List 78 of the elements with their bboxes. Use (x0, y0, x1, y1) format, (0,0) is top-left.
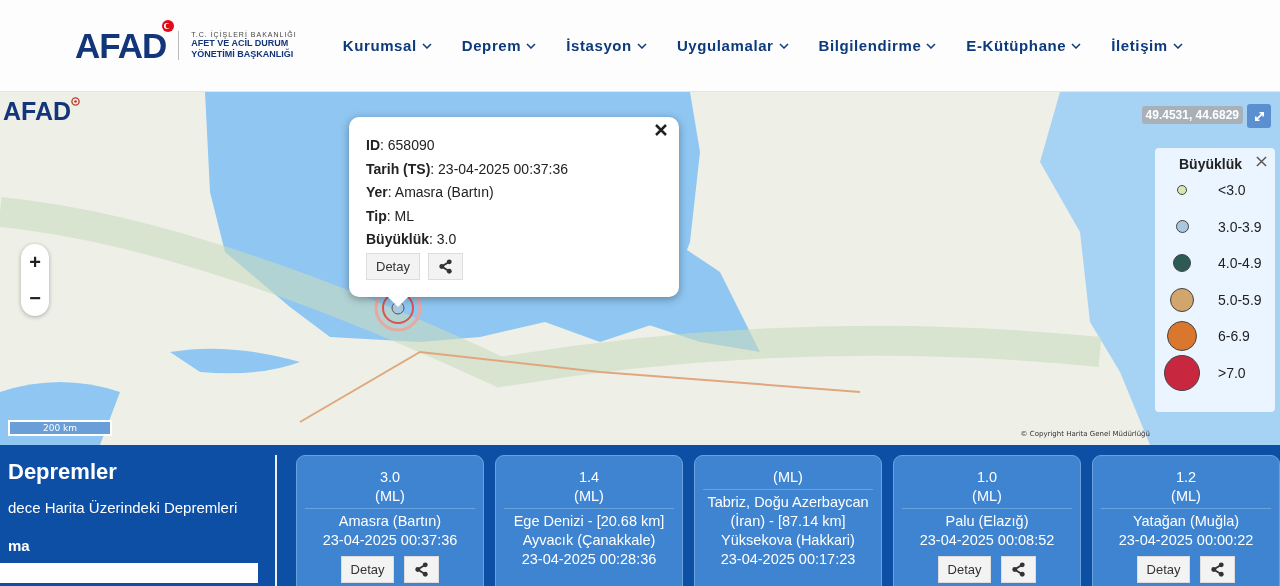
earthquake-card[interactable]: 1.4 (ML) Ege Denizi - [20.68 km] Ayvacık (Çanakkale) 23-04-2025 00:28:36 (495, 455, 683, 586)
magnitude-value: 1.0 (976, 468, 998, 487)
chevron-down-icon (526, 42, 537, 49)
legend-label: 6-6.9 (1218, 328, 1250, 345)
legend-label: 3.0-3.9 (1218, 218, 1262, 235)
nav-menu-item[interactable]: İletişim (1111, 37, 1183, 54)
popup-detail: Tarih (TS): 23-04-2025 00:37:36 (366, 159, 570, 179)
location-text: Ege Denizi - [20.68 km] Ayvacık (Çanakkale) (512, 512, 666, 550)
earthquake-card[interactable]: (ML) Tabriz, Doğu Azerbaycan (İran) - [87.14 km] Yüksekova (Hakkari) 23-04-2025 00:17:23 (694, 455, 882, 586)
earthquake-card[interactable]: 1.2 (ML) Yatağan (Muğla) 23-04-2025 00:00:22 Detay (1092, 455, 1280, 586)
agency-name: YÖNETİMİ BAŞKANLIĞI (191, 49, 295, 60)
date-time: 23-04-2025 00:00:22 (1118, 531, 1254, 550)
date-time: 23-04-2025 00:08:52 (919, 531, 1055, 550)
popup-detail: ID: 658090 (366, 136, 436, 155)
share-icon (414, 562, 430, 577)
nav-menu-item[interactable]: Deprem (461, 37, 537, 54)
share-button[interactable] (427, 252, 463, 280)
panel-title: Depremler (8, 459, 118, 485)
magnitude-type: (ML) (902, 487, 1072, 509)
filter-option[interactable]: dece Harita Üzerindeki Depremleri (8, 499, 276, 516)
magnitude-value: 1.4 (578, 468, 600, 487)
legend-label: >7.0 (1218, 364, 1246, 381)
nav-menu-item[interactable]: Kurumsal (342, 37, 432, 54)
close-icon[interactable] (1256, 156, 1267, 167)
zoom-out-button[interactable]: − (21, 280, 49, 316)
magnitude-type: (ML) (1101, 487, 1271, 509)
share-icon (1011, 562, 1027, 577)
coordinates-display: 49.4531, 44.6829 (1141, 106, 1243, 124)
chevron-down-icon (926, 42, 937, 49)
detail-button[interactable]: Detay (340, 556, 395, 583)
nav-menu-item[interactable]: E-Kütüphane (966, 37, 1082, 54)
expand-icon (1252, 109, 1266, 123)
zoom-in-button[interactable]: + (21, 244, 49, 280)
magnitude-type: (ML) (703, 468, 873, 490)
afad-logo[interactable]: AFAD (75, 25, 167, 66)
nav-menu-item[interactable]: Bilgilendirme (818, 37, 937, 54)
detail-button[interactable]: Detay (366, 252, 420, 280)
nav-menu-item[interactable]: İstasyon (566, 37, 647, 54)
location-text: Tabriz, Doğu Azerbaycan (İran) - [87.14 km] Yüksekova (Hakkari) (706, 493, 870, 550)
fullscreen-button[interactable] (1247, 104, 1271, 128)
date-time: 23-04-2025 00:28:36 (521, 550, 657, 569)
share-button[interactable] (404, 556, 440, 583)
legend-label: 4.0-4.9 (1218, 255, 1262, 272)
popup-detail: Tip: ML (366, 206, 415, 226)
section-label: ma (8, 537, 31, 554)
detail-button[interactable]: Detay (937, 556, 992, 583)
popup-detail: Yer: Amasra (Bartın) (366, 183, 495, 202)
afad-map-logo: AFAD (3, 97, 72, 126)
legend-label: <3.0 (1218, 182, 1246, 199)
share-button[interactable] (1200, 556, 1236, 583)
magnitude-value: 3.0 (379, 468, 401, 487)
location-text: Amasra (Bartın) (338, 512, 442, 531)
earthquake-card[interactable]: 3.0 (ML) Amasra (Bartın) 23-04-2025 00:37:36 Detay (296, 455, 484, 586)
share-icon (1210, 562, 1226, 577)
legend-label: 5.0-5.9 (1218, 291, 1262, 308)
chevron-down-icon (421, 42, 432, 49)
legend-title: Büyüklük (1179, 156, 1242, 172)
detail-button[interactable]: Detay (1136, 556, 1191, 583)
chevron-down-icon (778, 42, 789, 49)
location-text: Palu (Elazığ) (945, 512, 1029, 531)
nav-menu-item[interactable]: Uygulamalar (676, 37, 789, 54)
magnitude-type: (ML) (305, 487, 475, 509)
date-time: 23-04-2025 00:17:23 (720, 550, 856, 569)
chevron-down-icon (636, 42, 647, 49)
agency-name: AFET VE ACİL DURUM (191, 38, 290, 48)
location-text: Yatağan (Muğla) (1132, 512, 1240, 531)
chevron-down-icon (1071, 42, 1082, 49)
share-icon (437, 258, 453, 274)
date-time: 23-04-2025 00:37:36 (322, 531, 458, 550)
scale-bar: 200 km (8, 420, 112, 436)
chevron-down-icon (1172, 42, 1183, 49)
share-button[interactable] (1001, 556, 1037, 583)
magnitude-value: 1.2 (1175, 468, 1197, 487)
earthquake-card[interactable]: 1.0 (ML) Palu (Elazığ) 23-04-2025 00:08:52 Detay (893, 455, 1081, 586)
close-icon[interactable] (654, 123, 668, 137)
magnitude-type: (ML) (504, 487, 674, 509)
popup-detail: Büyüklük: 3.0 (366, 230, 458, 249)
search-field[interactable] (0, 563, 258, 583)
